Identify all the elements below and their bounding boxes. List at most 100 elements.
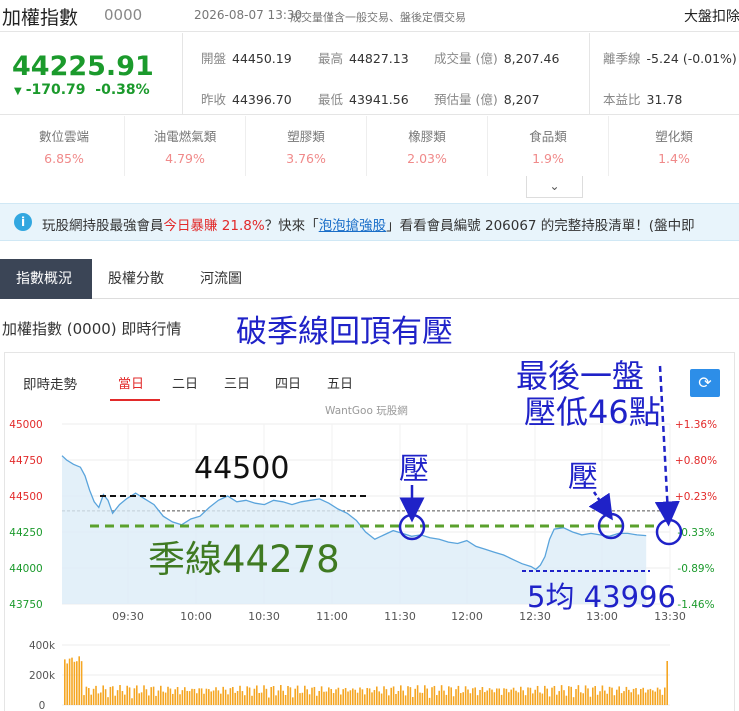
volume-bar <box>294 688 296 705</box>
arrow-icon <box>654 365 680 527</box>
volume-bar <box>136 685 138 705</box>
volume-bar <box>179 694 181 705</box>
volume-bar <box>277 690 280 705</box>
volume-bar <box>407 686 409 705</box>
volume-bar <box>532 693 534 705</box>
volume-bar <box>76 661 78 705</box>
volume-bar <box>642 687 644 705</box>
volume-bar <box>203 693 205 705</box>
volume-bar <box>284 694 287 705</box>
volume-bar <box>107 697 109 705</box>
volume-bar <box>419 692 421 705</box>
volume-bar <box>464 686 467 705</box>
volume-bar <box>594 686 596 705</box>
volume-bar <box>198 688 200 705</box>
volume-bar <box>260 692 263 705</box>
volume-bar <box>131 698 133 705</box>
volume-bar <box>172 693 174 705</box>
volume-tick-label: 0 <box>39 700 46 711</box>
annotation-last-note-2: 壓低46點 <box>524 393 661 431</box>
volume-bar <box>78 656 80 705</box>
volume-bar <box>625 686 628 705</box>
volume-bar <box>484 692 486 705</box>
volume-bar <box>632 688 635 705</box>
pct-tick-label: -0.33% <box>677 527 714 539</box>
volume-bar <box>536 685 539 705</box>
x-tick-label: 11:30 <box>384 610 416 623</box>
volume-bar <box>102 685 104 705</box>
volume-bar <box>68 658 71 705</box>
volume-bar <box>265 688 268 705</box>
volume-bar <box>164 692 167 705</box>
volume-bar <box>649 688 652 705</box>
volume-bar <box>520 686 522 705</box>
volume-bar <box>188 691 191 705</box>
volume-bar <box>229 688 232 705</box>
volume-bar <box>306 689 308 705</box>
volume-bar <box>522 690 524 705</box>
volume-bar <box>395 693 397 705</box>
volume-bar <box>426 688 428 705</box>
volume-bar <box>289 687 292 705</box>
volume-bar <box>124 694 126 705</box>
volume-bar <box>104 689 107 705</box>
volume-bar <box>150 687 152 705</box>
volume-bar <box>448 686 450 705</box>
volume-bar <box>664 687 666 705</box>
volume-bar <box>224 689 227 705</box>
volume-bar <box>239 685 241 705</box>
volume-bar <box>604 690 606 705</box>
volume-bar <box>344 687 347 705</box>
volume-bar <box>92 688 95 705</box>
volume-bar <box>474 687 476 705</box>
volume-bar <box>296 685 299 705</box>
volume-bar <box>589 696 592 705</box>
volume-bar <box>157 690 160 705</box>
annotation-quarter-ma: 季線44278 <box>148 538 340 581</box>
volume-bar <box>481 687 484 705</box>
volume-bar <box>580 692 582 705</box>
volume-bar <box>347 691 349 705</box>
volume-bar <box>80 661 83 705</box>
volume-bar <box>385 689 388 705</box>
volume-bar <box>534 689 536 705</box>
volume-bar <box>493 692 496 705</box>
volume-bar <box>258 692 260 705</box>
volume-bar <box>599 691 601 705</box>
x-tick-label: 12:00 <box>451 610 483 623</box>
volume-bar <box>256 685 258 705</box>
volume-bar <box>558 691 560 705</box>
volume-bar <box>659 689 661 705</box>
volume-bar <box>232 686 234 705</box>
volume-bar <box>652 690 654 705</box>
volume-bar <box>397 690 400 705</box>
volume-bar <box>181 690 184 705</box>
volume-bar <box>635 688 637 705</box>
volume-bar <box>400 685 402 705</box>
volume-bar <box>414 688 416 705</box>
volume-bar <box>436 695 438 705</box>
volume-bar <box>97 693 100 705</box>
volume-bar <box>373 690 376 705</box>
volume-bar <box>282 690 284 705</box>
volume-bar <box>270 687 272 705</box>
volume-bar <box>191 688 193 705</box>
volume-bar <box>246 686 248 705</box>
volume-bar <box>248 687 251 705</box>
volume-bar <box>563 690 565 705</box>
volume-bar <box>313 686 316 705</box>
volume-bar <box>508 692 510 705</box>
volume-bar <box>457 685 460 705</box>
volume-bar <box>337 687 340 705</box>
volume-bar <box>445 694 448 705</box>
volume-bar <box>479 689 481 705</box>
volume-bar <box>460 693 462 705</box>
volume-bar <box>505 688 508 705</box>
volume-bar <box>611 687 613 705</box>
volume-bar <box>596 694 599 705</box>
volume-bar <box>280 685 282 705</box>
volume-bar <box>121 691 124 705</box>
volume-bar <box>656 687 659 705</box>
volume-bar <box>196 693 198 705</box>
volume-bar <box>112 686 114 705</box>
